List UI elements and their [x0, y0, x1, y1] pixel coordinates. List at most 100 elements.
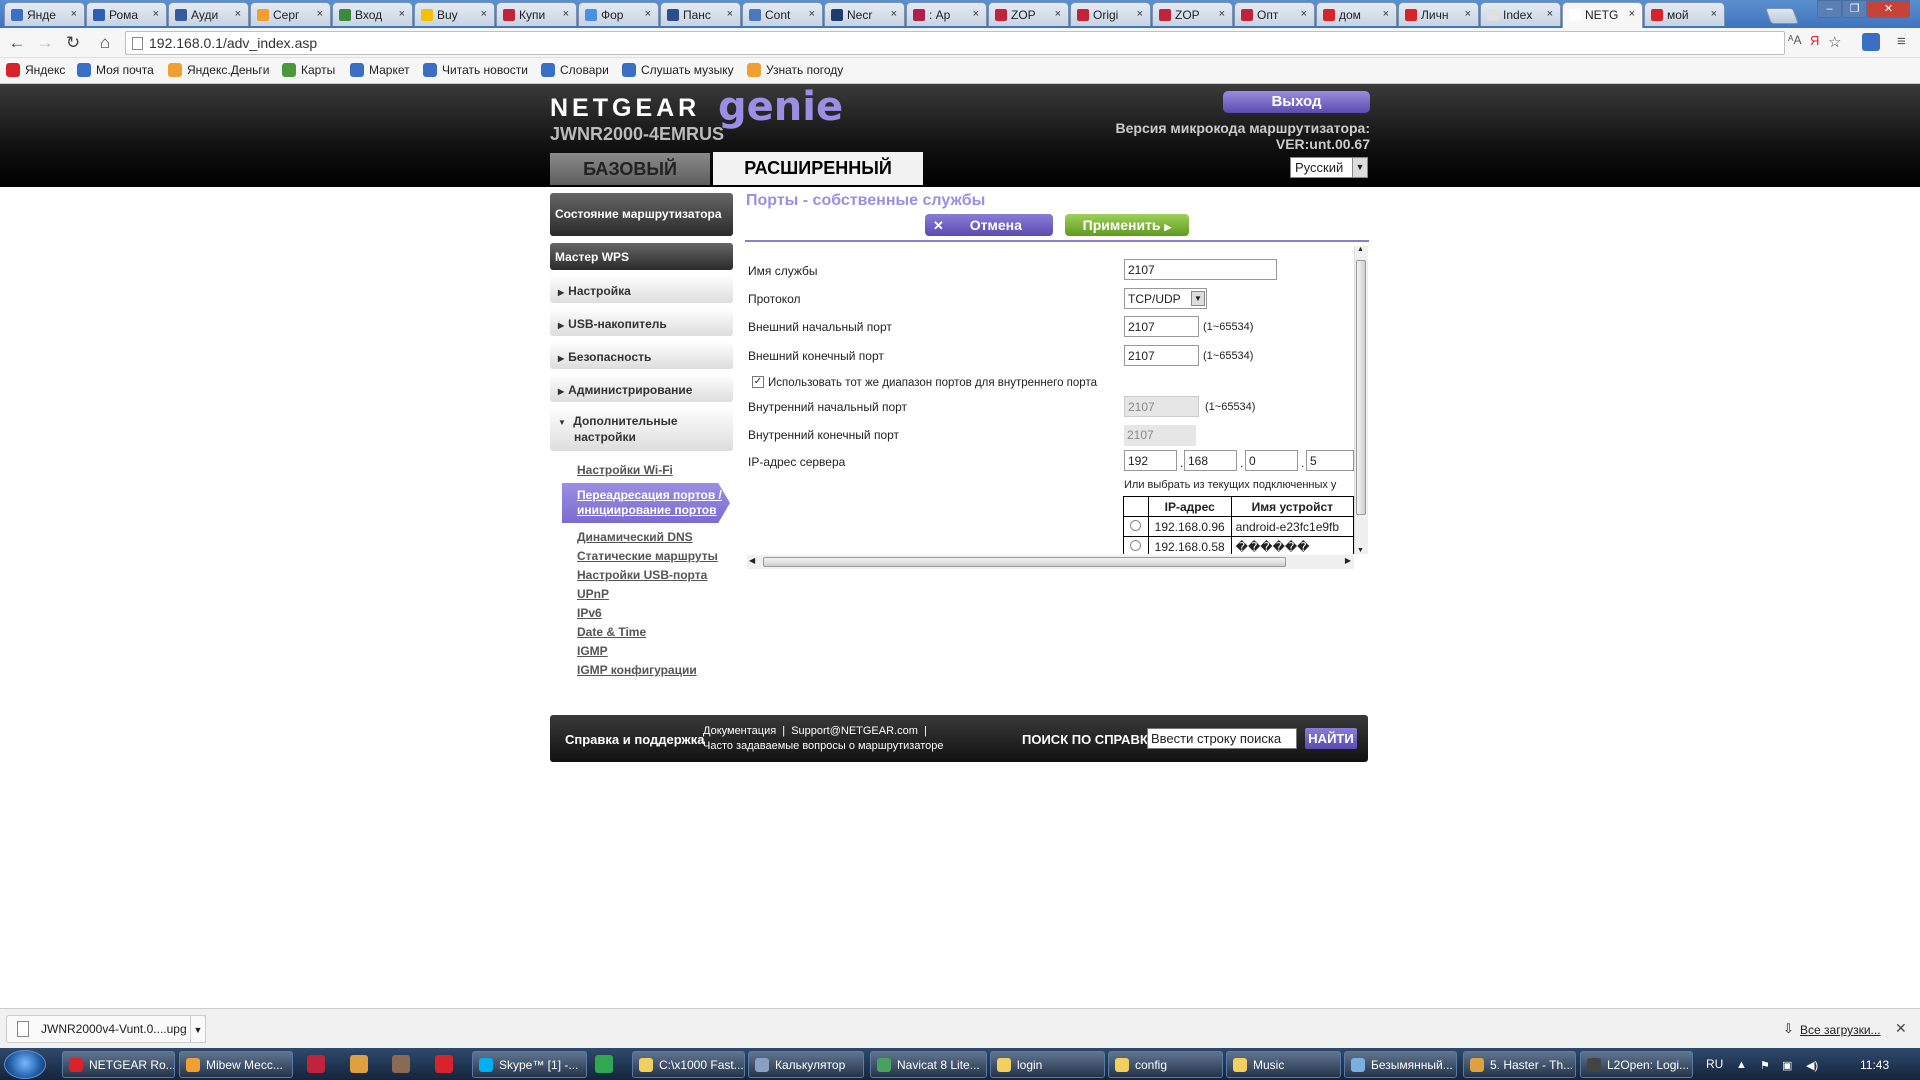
sidebar-sublink[interactable]: Статические маршруты [577, 549, 718, 563]
tab-close-icon[interactable]: × [1711, 8, 1717, 20]
tab-close-icon[interactable]: × [1547, 8, 1553, 20]
logout-button[interactable]: Выход [1223, 91, 1370, 113]
browser-tab[interactable]: Вход × [332, 2, 413, 26]
browser-tab[interactable]: Серг × [250, 2, 331, 26]
sidebar-item-advanced[interactable]: ▼ Дополнительные настройки [550, 406, 733, 451]
taskbar-item[interactable]: Mibew Месс... [179, 1051, 293, 1078]
scroll-left-icon[interactable]: ◀ [749, 556, 755, 565]
bookmark-item[interactable]: Слушать музыку [622, 63, 734, 77]
browser-tab[interactable]: мой × [1644, 2, 1725, 26]
tab-close-icon[interactable]: × [317, 8, 323, 20]
browser-tab[interactable]: Фор × [578, 2, 659, 26]
tab-close-icon[interactable]: × [1465, 8, 1471, 20]
translate-icon[interactable]: ᴬA [1788, 33, 1801, 47]
star-icon[interactable]: ☆ [1828, 33, 1841, 51]
volume-icon[interactable]: ◀) [1806, 1059, 1818, 1072]
taskbar-item[interactable]: Калькулятор [748, 1051, 864, 1078]
browser-tab[interactable]: Личн × [1398, 2, 1479, 26]
ip-octet-2[interactable]: 168 [1184, 450, 1237, 471]
browser-tab[interactable]: дом × [1316, 2, 1397, 26]
start-button[interactable] [4, 1050, 46, 1079]
close-icon[interactable]: ✕ [1895, 1020, 1907, 1037]
bookmark-item[interactable]: Читать новости [423, 63, 528, 77]
find-button[interactable]: НАЙТИ [1305, 728, 1357, 749]
scroll-down-icon[interactable]: ▼ [1357, 547, 1364, 554]
sidebar-sublink[interactable]: Динамический DNS [577, 530, 693, 544]
forward-icon[interactable]: → [34, 32, 56, 54]
browser-tab[interactable]: ZOP × [988, 2, 1069, 26]
bookmark-item[interactable]: Словари [541, 63, 609, 77]
ip-octet-1[interactable]: 192 [1124, 450, 1177, 471]
yandex-browser-icon[interactable] [435, 1055, 453, 1073]
network-icon[interactable]: ▣ [1782, 1059, 1792, 1072]
minimize-button[interactable]: – [1817, 0, 1842, 18]
tab-close-icon[interactable]: × [235, 8, 241, 20]
tab-close-icon[interactable]: × [973, 8, 979, 20]
browser-tab[interactable]: Index × [1480, 2, 1561, 26]
sidebar-section[interactable]: ▶ Администрирование [550, 374, 733, 402]
bookmark-item[interactable]: Яндекс.Деньги [168, 63, 269, 77]
browser-tab[interactable]: Ауди × [168, 2, 249, 26]
ip-octet-3[interactable]: 0 [1245, 450, 1298, 471]
horizontal-scroll-thumb[interactable] [763, 557, 1286, 567]
bookmark-item[interactable]: Карты [282, 63, 335, 77]
service-name-input[interactable]: 2107 [1124, 259, 1277, 280]
bookmark-item[interactable]: Моя почта [77, 63, 154, 77]
browser-tab[interactable]: Buy × [414, 2, 495, 26]
bookmark-item[interactable]: Узнать погоду [747, 63, 843, 77]
taskbar-item[interactable]: 5. Haster - Th... [1463, 1051, 1576, 1078]
support-email-link[interactable]: Support@NETGEAR.com [791, 725, 918, 737]
new-tab-button[interactable] [1765, 8, 1799, 24]
menu-icon[interactable]: ≡ [1897, 33, 1906, 50]
tab-close-icon[interactable]: × [1137, 8, 1143, 20]
tab-close-icon[interactable]: × [1219, 8, 1225, 20]
apply-button[interactable]: Применить ▶ [1065, 214, 1189, 236]
table-row[interactable]: 192.168.0.96 android-e23fc1e9fb [1123, 516, 1354, 537]
device-radio[interactable] [1130, 539, 1142, 551]
taskbar-item[interactable]: Music [1226, 1051, 1341, 1078]
wps-wizard-button[interactable]: Мастер WPS [550, 243, 733, 270]
sublink-port-forwarding[interactable]: Переадресация портов / инициирование пор… [562, 483, 730, 523]
tab-basic-mode[interactable]: БАЗОВЫЙ РЕЖИМ [550, 153, 710, 211]
taskbar-item[interactable]: Navicat 8 Lite... [870, 1051, 987, 1078]
browser-tab[interactable]: Necr × [824, 2, 905, 26]
browser-tab[interactable]: Купи × [496, 2, 577, 26]
tab-advanced-mode[interactable]: РАСШИРЕННЫЙ [713, 152, 923, 185]
sidebar-sublink[interactable]: UPnP [577, 587, 609, 601]
tab-close-icon[interactable]: × [645, 8, 651, 20]
help-search-input[interactable]: Ввести строку поиска [1147, 728, 1297, 749]
app-icon[interactable] [307, 1055, 325, 1073]
taskbar-item[interactable]: NETGEAR Ro... [62, 1051, 175, 1078]
back-icon[interactable]: ← [6, 32, 28, 54]
chevron-down-icon[interactable]: ▼ [190, 1015, 206, 1043]
taskbar-item[interactable]: config [1108, 1051, 1223, 1078]
bookmark-item[interactable]: Маркет [350, 63, 410, 77]
browser-tab[interactable]: ZOP × [1152, 2, 1233, 26]
browser-tab[interactable]: Панс × [660, 2, 741, 26]
reload-icon[interactable]: ↻ [62, 32, 84, 54]
sidebar-sublink[interactable]: IPv6 [577, 606, 602, 620]
tab-close-icon[interactable]: × [71, 8, 77, 20]
bookmark-item[interactable]: Яндекс [6, 63, 65, 77]
tab-close-icon[interactable]: × [1629, 8, 1635, 20]
taskbar-item[interactable]: login [990, 1051, 1105, 1078]
home-icon[interactable]: ⌂ [94, 32, 116, 54]
ext-end-port-input[interactable]: 2107 [1124, 345, 1199, 366]
app-icon[interactable] [595, 1055, 613, 1073]
sidebar-section[interactable]: ▶ USB-накопитель [550, 308, 733, 336]
tab-close-icon[interactable]: × [1055, 8, 1061, 20]
tab-close-icon[interactable]: × [1383, 8, 1389, 20]
browser-tab[interactable]: Рома × [86, 2, 167, 26]
ext-start-port-input[interactable]: 2107 [1124, 316, 1199, 337]
language-select[interactable]: Русский ▼ [1290, 157, 1368, 178]
documentation-link[interactable]: Документация [703, 725, 776, 737]
taskbar-item[interactable]: L2Open: Logi... [1580, 1051, 1693, 1078]
tab-close-icon[interactable]: × [153, 8, 159, 20]
tab-close-icon[interactable]: × [1301, 8, 1307, 20]
tab-close-icon[interactable]: × [481, 8, 487, 20]
all-downloads-link[interactable]: Все загрузки... [1800, 1023, 1881, 1037]
tab-close-icon[interactable]: × [727, 8, 733, 20]
faq-link[interactable]: Часто задаваемые вопросы о маршрутизатор… [703, 740, 944, 752]
sidebar-section[interactable]: ▶ Безопасность [550, 341, 733, 369]
browser-tab[interactable]: NETG × [1562, 2, 1643, 28]
